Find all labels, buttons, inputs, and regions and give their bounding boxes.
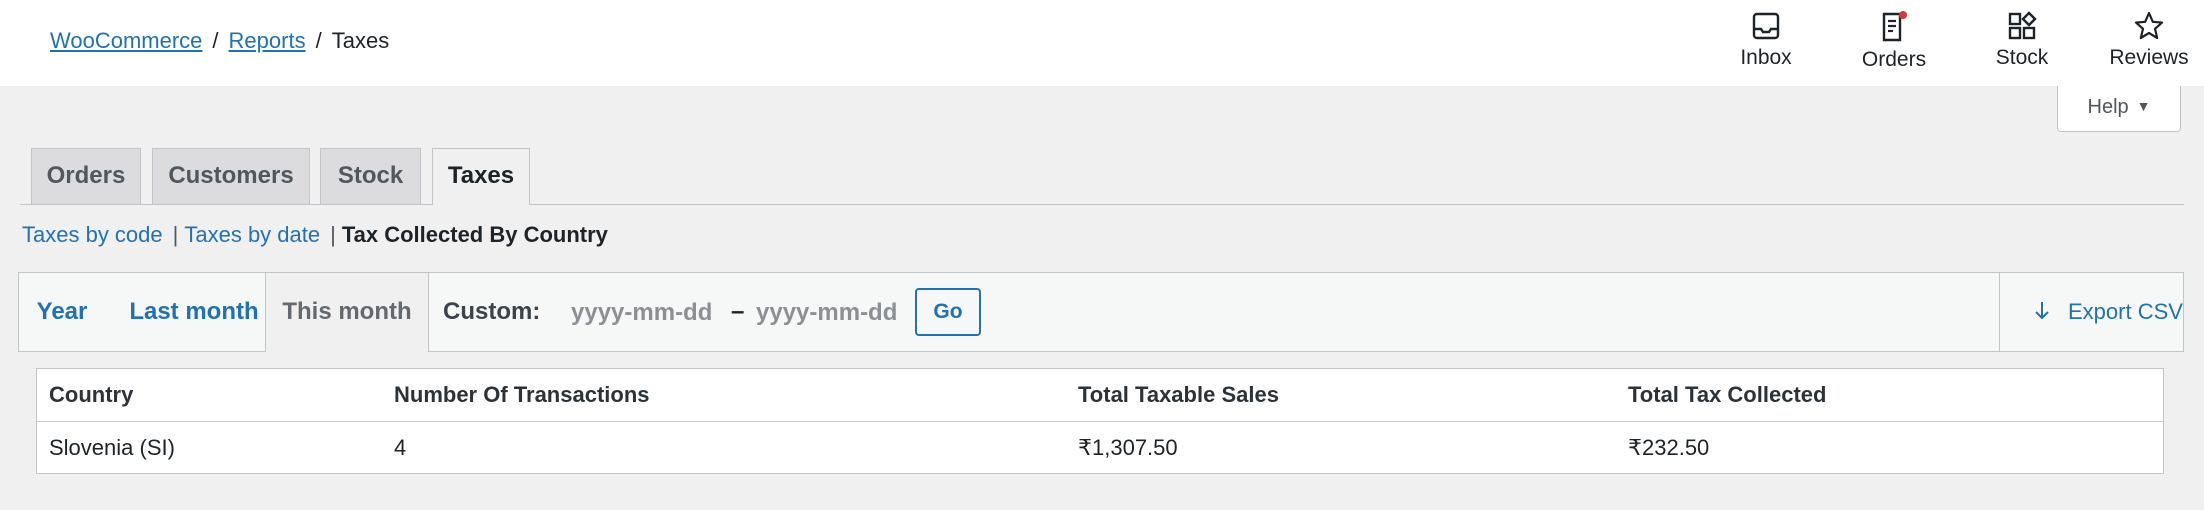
tax-by-country-table: Country Number Of Transactions Total Tax… — [36, 368, 2164, 474]
tab-taxes[interactable]: Taxes — [432, 148, 530, 205]
tab-stock[interactable]: Stock — [320, 148, 421, 204]
start-date-input[interactable] — [571, 297, 731, 329]
help-button[interactable]: Help ▼ — [2057, 86, 2181, 132]
table-cell: ₹232.50 — [1628, 435, 1710, 460]
range-this-month[interactable]: This month — [265, 273, 429, 352]
column-header: Total Tax Collected — [1628, 382, 1827, 407]
export-csv-link[interactable]: Export CSV — [1999, 273, 2183, 351]
taxes-by-date-link[interactable]: Taxes by date — [184, 222, 320, 247]
custom-range: Custom: – — [443, 273, 916, 351]
range-year[interactable]: Year — [19, 273, 105, 351]
download-arrow-icon — [2035, 302, 2049, 320]
header-action-inbox[interactable]: Inbox — [1711, 10, 1821, 70]
help-label: Help — [2087, 96, 2129, 118]
caret-down-icon: ▼ — [2136, 98, 2151, 114]
breadcrumb-separator: / — [212, 28, 219, 53]
table-header-row: Country Number Of Transactions Total Tax… — [37, 369, 2163, 422]
end-date-input[interactable] — [756, 297, 916, 329]
table-cell: 4 — [394, 435, 407, 460]
inbox-label: Inbox — [1740, 46, 1792, 69]
column-header: Total Taxable Sales — [1078, 382, 1279, 407]
stock-icon — [2008, 11, 2037, 40]
report-subnav: Taxes by code | Taxes by date | Tax Collecte… — [22, 222, 608, 248]
table-cell: ₹1,307.50 — [1078, 435, 1178, 460]
top-header: WooCommerce / Reports / Taxes Inbox Orders S… — [0, 0, 2204, 86]
tab-orders[interactable]: Orders — [31, 148, 141, 204]
stock-label: Stock — [1995, 46, 2049, 69]
tabs-divider — [20, 204, 2184, 205]
breadcrumb: WooCommerce / Reports / Taxes — [50, 28, 389, 54]
header-action-reviews[interactable]: Reviews — [2094, 10, 2204, 70]
subnav-separator: | — [330, 222, 336, 247]
header-action-stock[interactable]: Stock — [1967, 10, 2077, 70]
breadcrumb-reports-link[interactable]: Reports — [229, 28, 306, 53]
date-range-bar: Year Last month This month Custom: – Go … — [18, 272, 2184, 352]
reviews-label: Reviews — [2109, 46, 2189, 69]
range-last-month[interactable]: Last month — [105, 273, 283, 351]
breadcrumb-separator: / — [315, 28, 322, 53]
taxes-by-code-link[interactable]: Taxes by code — [22, 222, 163, 247]
subnav-separator: | — [172, 222, 179, 247]
breadcrumb-woocommerce-link[interactable]: WooCommerce — [50, 28, 202, 53]
date-range-dash: – — [731, 298, 745, 325]
orders-icon — [1882, 11, 1907, 42]
export-csv-label: Export CSV — [2068, 299, 2183, 324]
header-action-orders[interactable]: Orders — [1839, 10, 1949, 72]
go-button[interactable]: Go — [915, 288, 981, 336]
inbox-icon — [1752, 12, 1780, 40]
table-cell: Slovenia (SI) — [49, 435, 175, 460]
tax-by-country-current: Tax Collected By Country — [341, 222, 608, 247]
column-header: Number Of Transactions — [394, 382, 650, 407]
breadcrumb-current: Taxes — [331, 28, 390, 53]
column-header: Country — [49, 382, 134, 407]
star-icon — [2134, 11, 2164, 40]
custom-label: Custom: — [443, 298, 541, 325]
tab-customers[interactable]: Customers — [152, 148, 310, 204]
orders-label: Orders — [1861, 48, 1927, 71]
table-row: Slovenia (SI) 4 ₹1,307.50 ₹232.50 — [37, 422, 2163, 474]
